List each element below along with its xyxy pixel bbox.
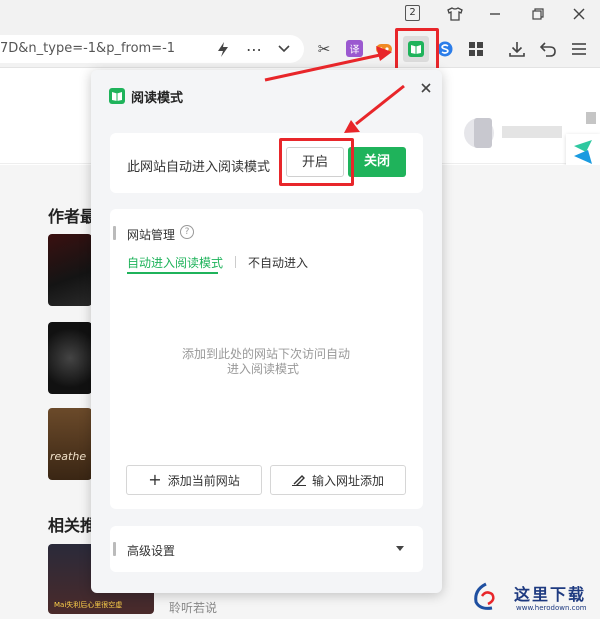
annotation-arrows [264,46,405,133]
watermark: 这里下载 www.herodown.com [472,580,600,619]
watermark-brand: 这里下载 [514,585,587,604]
watermark-url: www.herodown.com [516,604,587,612]
watermark-logo-icon [474,582,495,610]
